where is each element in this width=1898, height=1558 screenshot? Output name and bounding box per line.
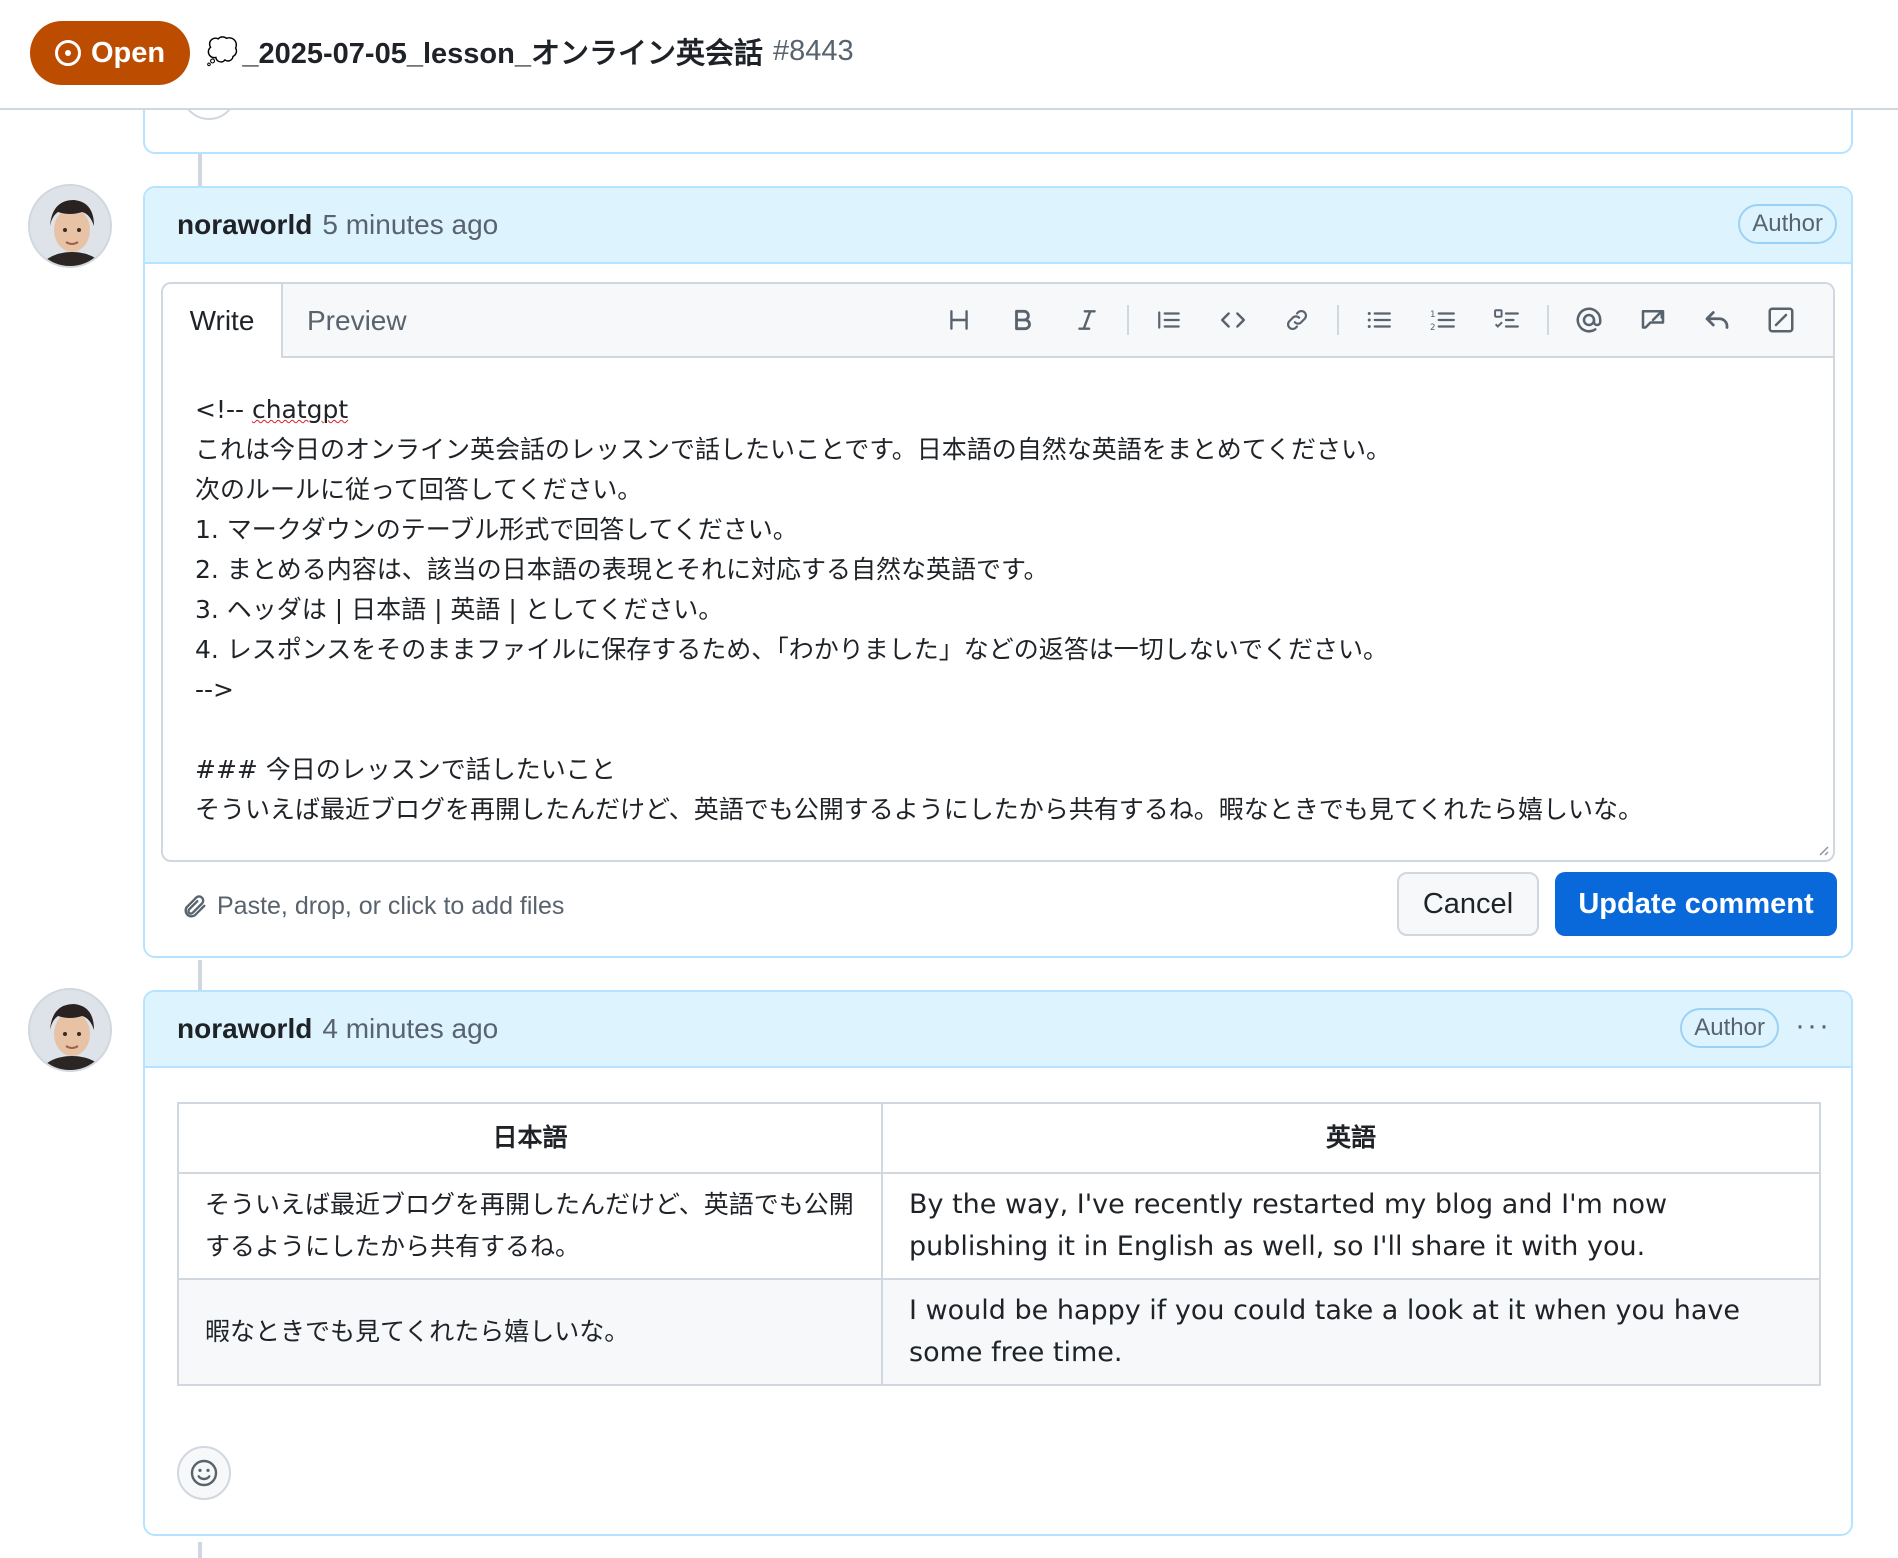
ordered-list-icon[interactable]: 12 bbox=[1411, 298, 1475, 342]
reference-icon[interactable] bbox=[1621, 298, 1685, 342]
unordered-list-icon[interactable] bbox=[1347, 298, 1411, 342]
sticky-issue-header: Open 💭 _2025-07-05_lesson_オンライン英会話 #8443 bbox=[0, 0, 1898, 110]
code-icon[interactable] bbox=[1201, 298, 1265, 342]
comment-textarea[interactable]: <!-- chatgpt これは今日のオンライン英会話のレッスンで話したいことです… bbox=[163, 358, 1833, 830]
tab-write[interactable]: Write bbox=[163, 284, 283, 358]
table-cell-japanese: 暇なときでも見てくれたら嬉しいな。 bbox=[177, 1278, 883, 1386]
mention-icon[interactable] bbox=[1557, 298, 1621, 342]
timeline-line bbox=[198, 154, 202, 188]
editor-tab-bar: Write Preview 1 2 bbox=[163, 284, 1833, 358]
avatar[interactable] bbox=[28, 988, 112, 1072]
italic-icon[interactable] bbox=[1055, 298, 1119, 342]
textarea-line: <!-- chatgpt bbox=[195, 390, 1803, 430]
table-cell-english: I would be happy if you could take a loo… bbox=[881, 1278, 1821, 1386]
attach-files-area[interactable]: Paste, drop, or click to add files bbox=[181, 892, 564, 921]
comment-timestamp[interactable]: 5 minutes ago bbox=[322, 209, 498, 241]
reply-icon[interactable] bbox=[1685, 298, 1749, 342]
table-header-row: 日本語 英語 bbox=[177, 1102, 1821, 1174]
avatar[interactable] bbox=[28, 184, 112, 268]
author-badge: Author bbox=[1738, 204, 1837, 244]
markdown-table: 日本語 英語 そういえば最近ブログを再開したんだけど、英語でも公開するようにした… bbox=[177, 1102, 1821, 1386]
avatar-image bbox=[30, 186, 110, 266]
table-cell-english: By the way, I've recently restarted my b… bbox=[881, 1172, 1821, 1280]
textarea-line: --> bbox=[195, 675, 234, 704]
table-row: そういえば最近ブログを再開したんだけど、英語でも公開するようにしたから共有するね… bbox=[177, 1172, 1821, 1280]
textarea-line: これは今日のオンライン英会話のレッスンで話したいことです。日本語の自然な英語をま… bbox=[195, 435, 1392, 464]
bold-icon[interactable] bbox=[991, 298, 1055, 342]
comment-header: noraworld 5 minutes ago Author bbox=[145, 188, 1851, 264]
toolbar-divider bbox=[1337, 305, 1339, 335]
textarea-line: 次のルールに従って回答してください。 bbox=[195, 475, 643, 504]
svg-text:2: 2 bbox=[1430, 323, 1436, 333]
resize-handle-icon[interactable] bbox=[1815, 842, 1829, 856]
kebab-menu-icon[interactable]: ··· bbox=[1795, 1011, 1831, 1041]
comment-edit-box: noraworld 5 minutes ago Author Write Pre… bbox=[143, 186, 1853, 958]
smiley-icon bbox=[190, 1459, 218, 1487]
toolbar-divider bbox=[1127, 305, 1129, 335]
speech-bubble-icon: 💭 bbox=[206, 35, 239, 66]
svg-text:1: 1 bbox=[1430, 310, 1436, 320]
issue-state-badge: Open bbox=[30, 21, 190, 85]
textarea-line: 4. レスポンスをそのままファイルに保存するため、「わかりました」などの返答は一… bbox=[195, 635, 1389, 664]
comment-header: noraworld 4 minutes ago Author ··· bbox=[145, 992, 1851, 1068]
textarea-line-0: <!-- chatgpt bbox=[195, 395, 349, 424]
timeline-line bbox=[198, 1542, 202, 1558]
link-icon[interactable] bbox=[1265, 298, 1329, 342]
textarea-line: 2. まとめる内容は、該当の日本語の表現とそれに対応する自然な英語です。 bbox=[195, 555, 1049, 584]
issue-title[interactable]: 💭 _2025-07-05_lesson_オンライン英会話 #8443 bbox=[206, 30, 854, 72]
toolbar-divider bbox=[1547, 305, 1549, 335]
add-reaction-button[interactable] bbox=[177, 1446, 231, 1500]
comment-timestamp[interactable]: 4 minutes ago bbox=[322, 1013, 498, 1045]
table-header-english: 英語 bbox=[881, 1102, 1821, 1174]
table-cell-japanese: そういえば最近ブログを再開したんだけど、英語でも公開するようにしたから共有するね… bbox=[177, 1172, 883, 1280]
comment-author[interactable]: noraworld bbox=[177, 209, 312, 241]
spellcheck-word: chatgpt bbox=[251, 395, 349, 424]
issue-number: #8443 bbox=[772, 34, 854, 67]
task-list-icon[interactable] bbox=[1475, 298, 1539, 342]
issue-title-text[interactable]: _2025-07-05_lesson_オンライン英会話 bbox=[242, 30, 763, 72]
textarea-line: ### 今日のレッスンで話したいこと bbox=[195, 755, 616, 784]
comment-author[interactable]: noraworld bbox=[177, 1013, 312, 1045]
fullscreen-icon[interactable] bbox=[1749, 298, 1813, 342]
update-comment-button[interactable]: Update comment bbox=[1555, 872, 1837, 936]
table-header-japanese: 日本語 bbox=[177, 1102, 883, 1174]
heading-icon[interactable] bbox=[927, 298, 991, 342]
markdown-editor: Write Preview 1 2 <!-- chatgpt これは今日のオンラ… bbox=[161, 282, 1835, 862]
issue-open-icon bbox=[54, 40, 81, 66]
textarea-line bbox=[195, 710, 1803, 750]
author-badge: Author bbox=[1680, 1008, 1779, 1048]
cancel-button[interactable]: Cancel bbox=[1397, 872, 1539, 936]
markdown-toolbar: 12 bbox=[927, 298, 1813, 342]
textarea-line: 3. ヘッダは | 日本語 | 英語 | としてください。 bbox=[195, 595, 724, 624]
tab-preview[interactable]: Preview bbox=[307, 284, 407, 358]
quote-icon[interactable] bbox=[1137, 298, 1201, 342]
textarea-line: そういえば最近ブログを再開したんだけど、英語でも公開するようにしたから共有するね… bbox=[195, 795, 1644, 824]
paperclip-icon bbox=[184, 894, 206, 917]
table-row: 暇なときでも見てくれたら嬉しいな。 I would be happy if yo… bbox=[177, 1278, 1821, 1386]
issue-state-label: Open bbox=[90, 36, 166, 69]
comment-box: noraworld 4 minutes ago Author ··· 日本語 英… bbox=[143, 990, 1853, 1536]
textarea-line: 1. マークダウンのテーブル形式で回答してください。 bbox=[195, 515, 798, 544]
avatar-image bbox=[30, 990, 110, 1070]
attach-files-text[interactable]: Paste, drop, or click to add files bbox=[217, 892, 564, 921]
